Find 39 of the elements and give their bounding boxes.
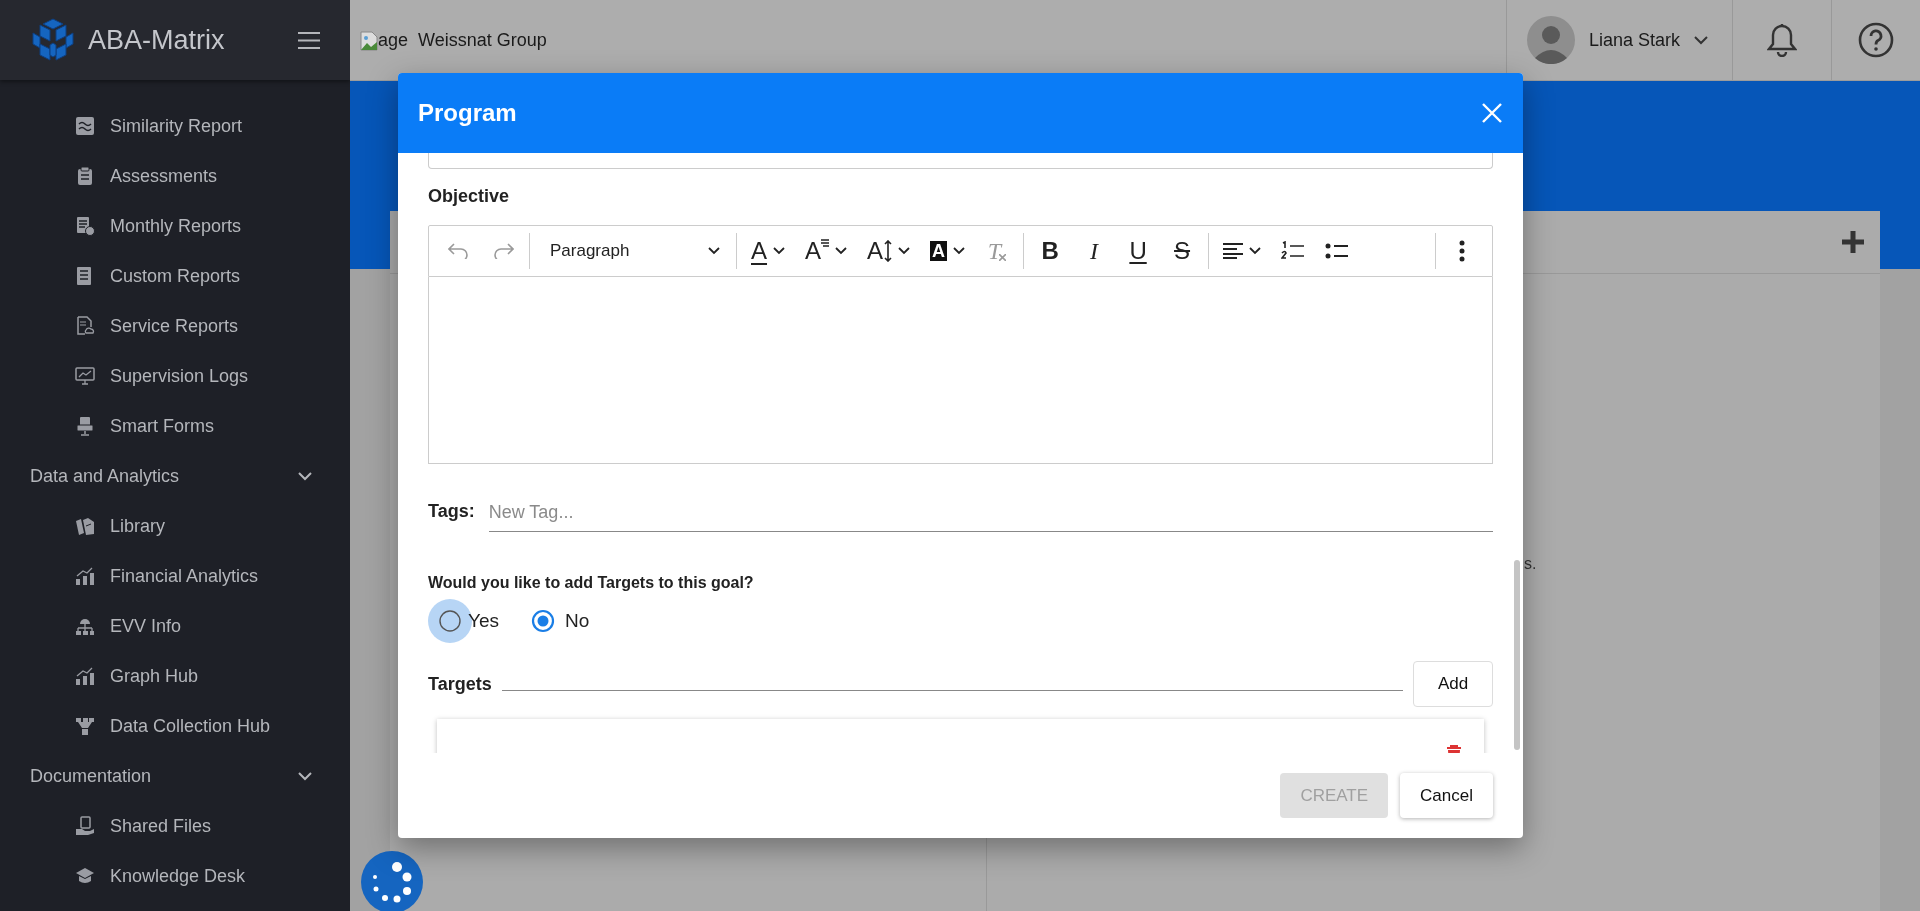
sidebar-item[interactable]: Data Collection Hub (0, 701, 350, 751)
sidebar-item[interactable]: Knowledge Desk (0, 851, 350, 901)
sidebar-item[interactable]: EVV Info (0, 601, 350, 651)
font-color-button[interactable]: A (745, 233, 791, 269)
paragraph-dropdown[interactable]: Paragraph (538, 233, 728, 269)
sidebar-item[interactable]: Smart Forms (0, 401, 350, 451)
sidebar-item[interactable]: Similarity Report (0, 101, 350, 151)
sidebar-item[interactable]: Financial Analytics (0, 551, 350, 601)
targets-heading: Targets (428, 673, 492, 696)
add-button[interactable]: Add (1413, 661, 1493, 707)
tags-label: Tags: (428, 500, 475, 523)
underline-button[interactable]: U (1120, 233, 1157, 269)
cancel-button[interactable]: Cancel (1400, 773, 1493, 818)
organization-name: Weissnat Group (418, 29, 547, 51)
sidebar-section[interactable]: Documentation (0, 751, 350, 801)
user-menu[interactable]: Liana Stark (1505, 0, 1732, 80)
dialog-title: Program (418, 99, 517, 127)
font-size-button[interactable]: A (861, 233, 917, 269)
radio-label: No (565, 610, 590, 632)
italic-button[interactable]: I (1076, 233, 1113, 269)
highlight-button[interactable]: A (924, 233, 972, 269)
radio-label: Yes (468, 610, 499, 632)
sidebar-item[interactable]: Custom Reports (0, 251, 350, 301)
sidebar-item[interactable]: Supervision Logs (0, 351, 350, 401)
sidebar-item[interactable]: Shared Files (0, 801, 350, 851)
bold-button[interactable]: B (1032, 233, 1069, 269)
font-family-button[interactable]: A (799, 233, 854, 269)
sidebar-item[interactable]: Service Reports (0, 301, 350, 351)
sidebar-item[interactable]: Assessments (0, 151, 350, 201)
sidebar-item[interactable]: Library (0, 501, 350, 551)
objective-label: Objective (428, 185, 511, 208)
question-text: Would you like to add Targets to this goal? (428, 573, 755, 593)
sidebar-section[interactable]: Data and Analytics (0, 451, 350, 501)
sidebar-item[interactable]: Monthly Reports (0, 201, 350, 251)
brand-name: ABA-Matrix (88, 24, 226, 56)
image-alt-text: age (378, 29, 409, 51)
strike-button[interactable]: S (1164, 233, 1201, 269)
background-text: s. (1524, 555, 1537, 573)
sidebar-item[interactable]: Graph Hub (0, 651, 350, 701)
